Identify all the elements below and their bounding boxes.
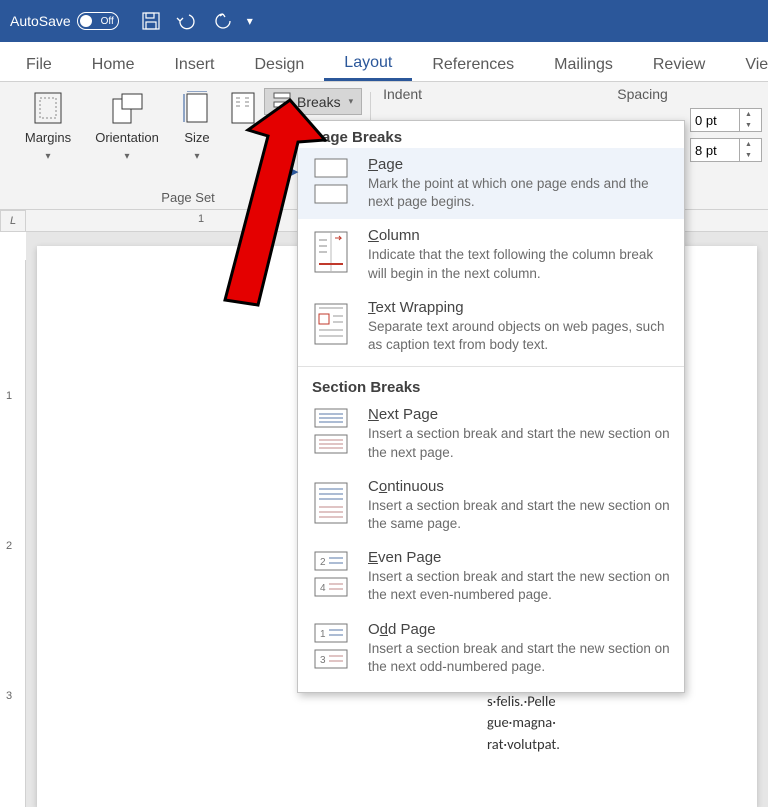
spacing-after-input[interactable]: ▲▼ [690, 138, 762, 162]
tab-review[interactable]: Review [633, 46, 725, 81]
titlebar: AutoSave Off ▾ [0, 0, 768, 42]
customize-qat-icon[interactable]: ▾ [247, 14, 253, 28]
menu-item-odd-page[interactable]: 13 Odd Page Insert a section break and s… [298, 613, 684, 684]
menu-item-continuous[interactable]: Continuous Insert a section break and st… [298, 470, 684, 541]
tab-view[interactable]: View [725, 46, 768, 81]
spin-up-icon[interactable]: ▲ [740, 109, 757, 120]
size-icon [182, 90, 212, 126]
svg-text:3: 3 [320, 655, 326, 666]
save-icon[interactable] [141, 11, 161, 31]
chevron-right-icon: ▶ [290, 165, 298, 178]
tab-design[interactable]: Design [234, 46, 324, 81]
tab-mailings[interactable]: Mailings [534, 46, 633, 81]
menu-item-page-break[interactable]: ▶ PPageage Mark the point at which one p… [298, 148, 684, 219]
redo-icon[interactable] [213, 11, 233, 31]
orientation-icon [110, 90, 144, 126]
menu-item-even-page[interactable]: 24 Even Page Insert a section break and … [298, 541, 684, 612]
quick-access-toolbar: ▾ [141, 11, 253, 31]
orientation-button[interactable]: Orientation ▾ [88, 86, 166, 162]
margins-icon [33, 90, 63, 126]
odd-page-icon: 13 [308, 621, 354, 671]
autosave-label: AutoSave [10, 13, 71, 29]
menu-item-text-wrapping[interactable]: Text Wrapping Separate text around objec… [298, 291, 684, 362]
svg-text:1: 1 [320, 629, 326, 640]
spacing-before-input[interactable]: ▲▼ [690, 108, 762, 132]
text-wrapping-icon [308, 299, 354, 349]
indent-label: Indent [383, 86, 523, 102]
ribbon-tabs: File Home Insert Design Layout Reference… [0, 42, 768, 82]
spin-down-icon[interactable]: ▼ [740, 120, 757, 131]
toggle-switch[interactable]: Off [77, 12, 119, 30]
columns-icon [230, 90, 256, 126]
breaks-button[interactable]: Breaks ▾ [264, 88, 362, 115]
page-break-icon [308, 156, 354, 206]
menu-item-next-page[interactable]: Next Page Insert a section break and sta… [298, 398, 684, 469]
tab-insert[interactable]: Insert [154, 46, 234, 81]
spin-down-icon[interactable]: ▼ [740, 150, 757, 161]
ruler-corner: L [0, 210, 26, 232]
autosave-toggle[interactable]: AutoSave Off [10, 12, 119, 30]
spacing-label: Spacing [523, 86, 762, 102]
even-page-icon: 24 [308, 549, 354, 599]
tab-file[interactable]: File [6, 46, 72, 81]
spacing-before-field[interactable] [691, 109, 739, 131]
vertical-ruler[interactable]: 1 2 3 [0, 260, 26, 807]
tab-layout[interactable]: Layout [324, 44, 412, 81]
continuous-icon [308, 478, 354, 528]
menu-separator [298, 366, 684, 367]
spacing-after-field[interactable] [691, 139, 739, 161]
menu-item-column-break[interactable]: Column Indicate that the text following … [298, 219, 684, 290]
margins-button[interactable]: Margins ▾ [14, 86, 82, 162]
next-page-icon [308, 406, 354, 456]
column-break-icon [308, 227, 354, 277]
svg-text:2: 2 [320, 557, 326, 568]
spin-up-icon[interactable]: ▲ [740, 139, 757, 150]
svg-text:4: 4 [320, 583, 326, 594]
size-button[interactable]: Size ▾ [172, 86, 222, 162]
undo-icon[interactable] [175, 11, 199, 31]
breaks-icon [273, 92, 291, 111]
tab-home[interactable]: Home [72, 46, 155, 81]
columns-button[interactable] [228, 86, 258, 162]
tab-references[interactable]: References [412, 46, 534, 81]
section-header-section-breaks: Section Breaks [298, 371, 684, 398]
section-header-page-breaks: Page Breaks [298, 121, 684, 148]
breaks-dropdown: Page Breaks ▶ PPageage Mark the point at… [297, 120, 685, 693]
